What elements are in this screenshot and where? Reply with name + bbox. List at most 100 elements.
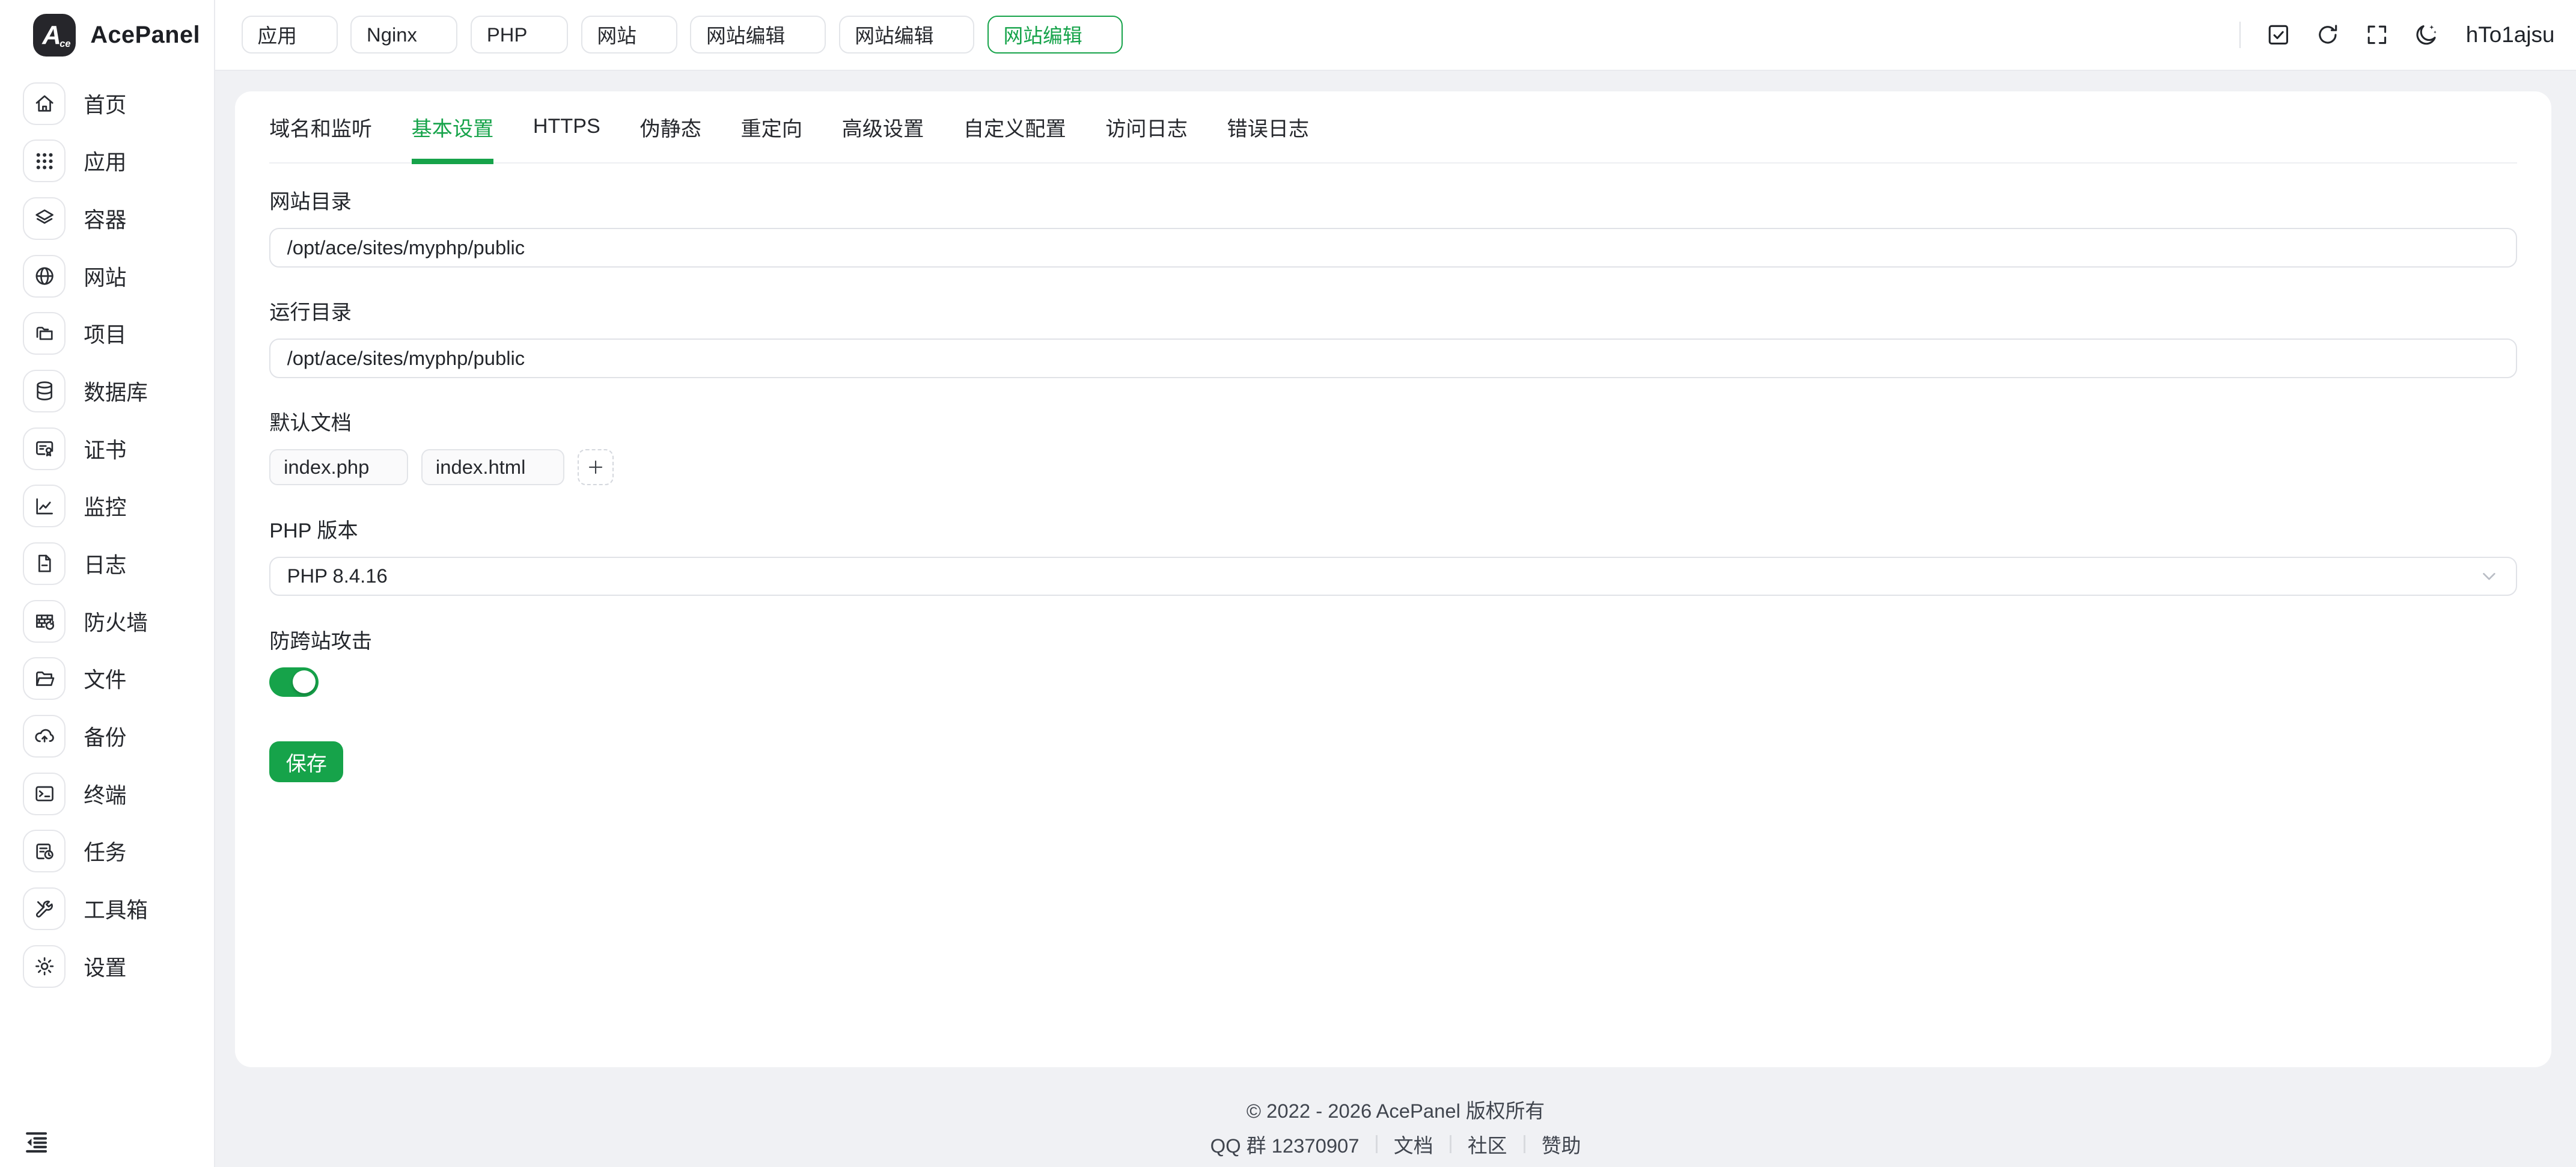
sidebar-item-toolbox[interactable]: 工具箱	[0, 887, 214, 930]
folders-icon	[33, 322, 56, 345]
sidebar-item-logs[interactable]: 日志	[0, 542, 214, 585]
page-tab-site-edit-2[interactable]: 网站编辑	[839, 16, 974, 54]
page-tab-php[interactable]: PHP	[471, 16, 568, 54]
sidebar-item-apps[interactable]: 应用	[0, 139, 214, 182]
settings-tab-label: 基本设置	[412, 112, 494, 142]
sidebar-item-backups[interactable]: 备份	[0, 715, 214, 758]
sidebar-item-label: 监控	[84, 491, 126, 521]
sidebar-item-label: 任务	[84, 836, 126, 866]
sidebar-item-label: 网站	[84, 261, 126, 292]
close-icon[interactable]	[536, 460, 551, 475]
footer-link[interactable]: 社区	[1468, 1130, 1507, 1159]
footer-links: 文档 社区 赞助	[1360, 1130, 1581, 1159]
settings-tab-domain-listen[interactable]: 域名和监听	[269, 91, 372, 162]
close-icon[interactable]	[646, 27, 661, 42]
sidebar-item-terminal[interactable]: 终端	[0, 773, 214, 815]
sidebar-item-projects[interactable]: 项目	[0, 312, 214, 355]
add-default-doc-button[interactable]	[578, 449, 614, 485]
sidebar-item-databases[interactable]: 数据库	[0, 370, 214, 412]
sidebar-item-certificates[interactable]: 证书	[0, 427, 214, 470]
default-doc-tag-label: index.html	[436, 456, 525, 479]
run-dir-input[interactable]	[269, 338, 2516, 378]
sidebar-item-websites[interactable]: 网站	[0, 255, 214, 298]
settings-tab-https[interactable]: HTTPS	[533, 91, 600, 162]
dark-mode-moon-icon	[2413, 22, 2440, 48]
page-tab-site-edit-1[interactable]: 网站编辑	[690, 16, 825, 54]
close-icon[interactable]	[379, 460, 394, 475]
footer-link-wrap-sponsor: 赞助	[1507, 1130, 1581, 1159]
close-icon[interactable]	[307, 27, 322, 42]
php-version-select[interactable]: PHP 8.4.16	[269, 557, 2516, 596]
close-icon[interactable]	[427, 27, 442, 42]
footer-links-row: QQ 群 12370907 文档 社区 赞助	[215, 1130, 2576, 1159]
sidebar-item-home[interactable]: 首页	[0, 82, 214, 125]
php-version-field: PHP 版本 PHP 8.4.16	[269, 513, 2516, 596]
qq-group-text: QQ 群 12370907	[1210, 1130, 1360, 1159]
apps-grid-icon	[33, 150, 56, 173]
sidebar-item-files[interactable]: 文件	[0, 657, 214, 700]
sidebar-item-containers[interactable]: 容器	[0, 197, 214, 240]
save-button[interactable]: 保存	[269, 741, 343, 782]
settings-tab-rewrite[interactable]: 伪静态	[639, 91, 701, 162]
settings-tab-label: 重定向	[741, 112, 802, 142]
username[interactable]: hTo1ajsu	[2466, 22, 2555, 47]
sidebar-item-label: 终端	[84, 779, 126, 809]
footer-link[interactable]: 赞助	[1542, 1130, 1581, 1159]
close-icon[interactable]	[944, 27, 959, 42]
settings-tab-label: 伪静态	[639, 112, 701, 142]
sidebar-item-label: 设置	[84, 951, 126, 982]
gear-icon	[33, 955, 56, 978]
settings-tab-access-log[interactable]: 访问日志	[1105, 91, 1188, 162]
header-action-icons	[2265, 22, 2440, 48]
xss-protection-field: 防跨站攻击	[269, 624, 2516, 703]
settings-tab-advanced[interactable]: 高级设置	[842, 91, 924, 162]
close-icon[interactable]	[1092, 27, 1107, 42]
acepanel-app: A ce AcePanel 首页 应用 容器 网站	[0, 0, 2576, 1167]
default-doc-tag-index-html: index.html	[421, 449, 564, 485]
page-tab-apps[interactable]: 应用	[242, 16, 338, 54]
brand[interactable]: A ce AcePanel	[0, 0, 214, 71]
site-dir-input[interactable]	[269, 228, 2516, 268]
main-area: 域名和监听 基本设置 HTTPS 伪静态 重定向 高级设置 自定义配置 访问日	[215, 71, 2576, 1167]
sidebar: A ce AcePanel 首页 应用 容器 网站	[0, 0, 215, 1167]
header-action-todo[interactable]	[2265, 22, 2292, 48]
close-icon[interactable]	[795, 27, 810, 42]
home-icon	[33, 92, 56, 115]
page-tab-site-edit-3[interactable]: 网站编辑	[987, 16, 1123, 54]
sidebar-item-firewall[interactable]: 防火墙	[0, 600, 214, 643]
footer-link[interactable]: 文档	[1394, 1130, 1433, 1159]
footer-separator	[1376, 1135, 1378, 1153]
close-icon[interactable]	[537, 27, 552, 42]
settings-tab-custom-config[interactable]: 自定义配置	[963, 91, 1066, 162]
tools-icon	[33, 897, 56, 920]
collapse-sidebar-button[interactable]	[22, 1127, 51, 1157]
page-tab-label: PHP	[487, 23, 527, 46]
copyright-text: © 2022 - 2026 AcePanel 版权所有	[215, 1095, 2576, 1124]
sidebar-item-tasks[interactable]: 任务	[0, 830, 214, 872]
page-tab-label: 网站编辑	[1003, 20, 1082, 49]
php-version-label: PHP 版本	[269, 513, 2516, 544]
sidebar-item-monitoring[interactable]: 监控	[0, 485, 214, 527]
header-action-refresh[interactable]	[2315, 22, 2341, 48]
run-dir-field: 运行目录	[269, 295, 2516, 378]
chevron-down-icon	[2479, 566, 2499, 586]
header-action-dark-mode[interactable]	[2413, 22, 2440, 48]
header-action-fullscreen[interactable]	[2364, 22, 2390, 48]
settings-tab-basic-settings[interactable]: 基本设置	[412, 91, 494, 162]
task-clock-icon	[33, 840, 56, 863]
top-header: 应用 Nginx PHP 网站 网站编辑 网站编辑	[215, 0, 2576, 71]
footer: © 2022 - 2026 AcePanel 版权所有 QQ 群 1237090…	[215, 1095, 2576, 1159]
sidebar-item-settings[interactable]: 设置	[0, 945, 214, 988]
sidebar-item-label: 备份	[84, 721, 126, 752]
page-tab-sites[interactable]: 网站	[581, 16, 677, 54]
layers-icon	[33, 207, 56, 230]
page-tab-label: Nginx	[367, 23, 417, 46]
settings-tab-error-log[interactable]: 错误日志	[1227, 91, 1309, 162]
settings-tab-label: 错误日志	[1227, 112, 1309, 142]
settings-tab-redirect[interactable]: 重定向	[741, 91, 802, 162]
page-tab-nginx[interactable]: Nginx	[350, 16, 457, 54]
certificate-icon	[33, 437, 56, 460]
run-dir-label: 运行目录	[269, 295, 2516, 325]
xss-toggle[interactable]	[269, 667, 319, 697]
todo-checkbox-icon	[2265, 22, 2292, 48]
